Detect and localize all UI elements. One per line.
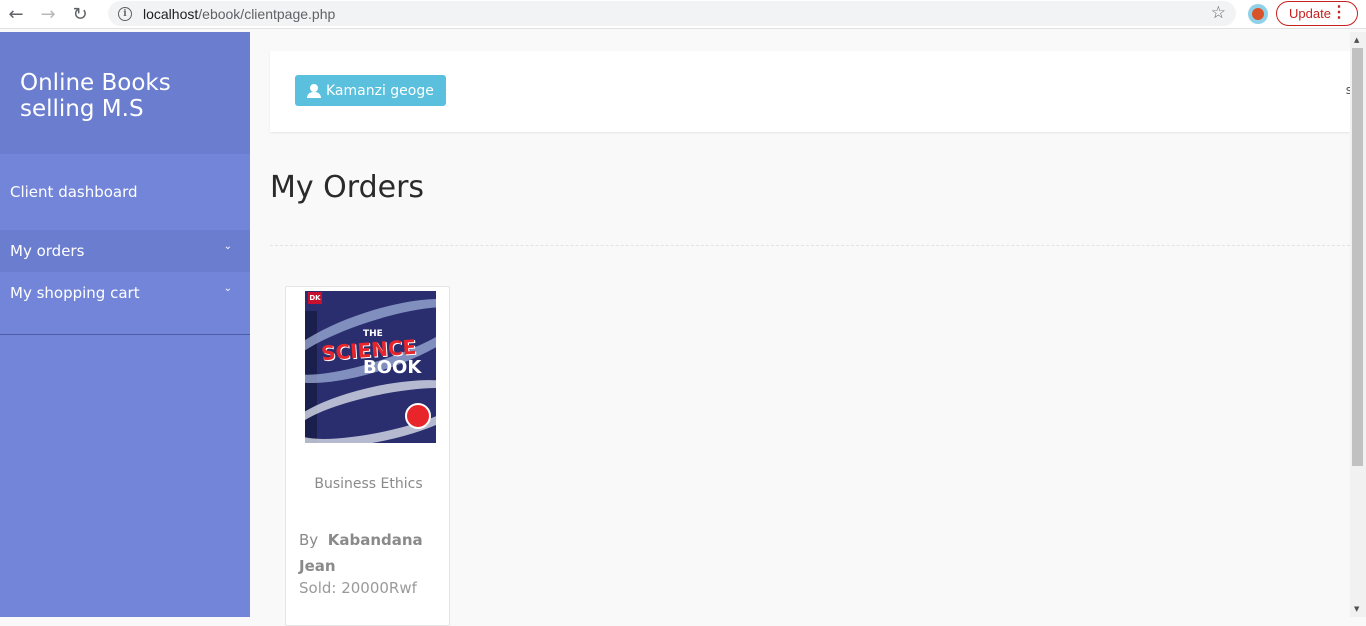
- scroll-thumb[interactable]: [1352, 48, 1363, 466]
- update-label: Update: [1289, 6, 1331, 21]
- reload-button[interactable]: ↻: [64, 0, 96, 29]
- page-title: My Orders: [270, 170, 425, 205]
- address-bar[interactable]: i localhost/ebook/clientpage.php ☆: [108, 1, 1236, 26]
- url-path: /ebook/clientpage.php: [198, 5, 336, 22]
- book-author: Kabandana Jean: [299, 531, 423, 575]
- info-icon[interactable]: i: [118, 6, 132, 21]
- sidebar-divider: [0, 334, 250, 335]
- sidebar-item-shopping-cart[interactable]: My shopping cart ⌄: [0, 272, 250, 314]
- by-label: By: [299, 531, 319, 549]
- sidebar-item-my-orders[interactable]: My orders ⌄: [0, 230, 250, 272]
- top-header: Kamanzi geoge s: [270, 51, 1352, 132]
- user-icon: [307, 83, 321, 98]
- sidebar: Online Books selling M.S Client dashboar…: [0, 32, 250, 617]
- url-text[interactable]: localhost/ebook/clientpage.php: [143, 6, 335, 22]
- bookmark-star-icon[interactable]: ☆: [1211, 3, 1226, 23]
- book-author-line: By Kabandana Jean: [299, 527, 439, 579]
- user-profile-button[interactable]: Kamanzi geoge: [295, 75, 446, 106]
- order-card[interactable]: DK THE SCIENCE BOOK Business Ethics By K…: [285, 286, 450, 626]
- brand-title: Online Books selling M.S: [0, 32, 250, 154]
- cover-badge: [405, 403, 431, 429]
- cover-text-book: BOOK: [363, 357, 422, 378]
- url-host: localhost: [143, 5, 199, 22]
- sidebar-item-label: My shopping cart: [10, 284, 140, 302]
- book-cover-image: DK THE SCIENCE BOOK: [305, 291, 436, 443]
- menu-dots-icon[interactable]: ⋮: [1331, 3, 1347, 23]
- sidebar-item-dashboard[interactable]: Client dashboard: [0, 154, 250, 230]
- sidebar-item-label: Client dashboard: [10, 183, 138, 201]
- browser-toolbar: ← → ↻ i localhost/ebook/clientpage.php ☆…: [0, 0, 1366, 29]
- update-button[interactable]: Update ⋮: [1276, 1, 1358, 26]
- sidebar-item-label: My orders: [10, 242, 85, 260]
- book-title: Business Ethics: [314, 476, 423, 492]
- chevron-down-icon: ⌄: [223, 283, 232, 294]
- title-divider: [270, 245, 1350, 246]
- chevron-down-icon: ⌄: [223, 241, 232, 252]
- scroll-up-arrow-icon[interactable]: ▲: [1354, 36, 1359, 44]
- book-price: Sold: 20000Rwf: [299, 579, 417, 597]
- forward-button[interactable]: →: [32, 0, 64, 29]
- user-name: Kamanzi geoge: [326, 82, 434, 99]
- scroll-down-arrow-icon[interactable]: ▼: [1354, 605, 1359, 613]
- back-button[interactable]: ←: [0, 0, 32, 29]
- page-scrollbar[interactable]: ▲ ▼: [1350, 32, 1366, 617]
- publisher-logo: DK: [308, 292, 322, 304]
- extension-ball-icon: [1252, 8, 1264, 20]
- extension-icon[interactable]: [1248, 4, 1268, 24]
